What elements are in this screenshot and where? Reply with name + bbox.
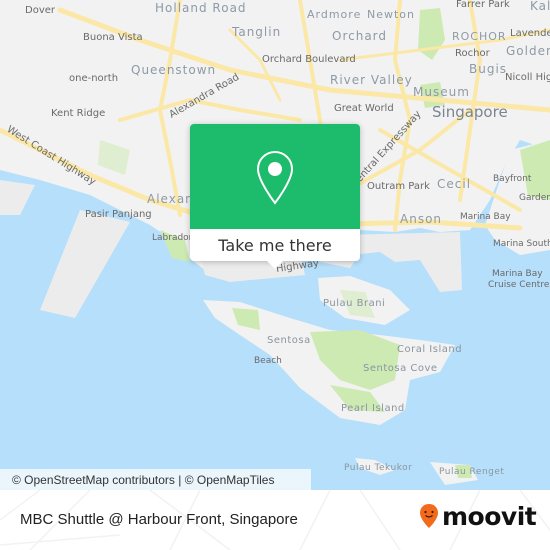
west-terminal — [0, 180, 35, 215]
label-dover: Dover — [25, 5, 55, 16]
label-kallang: Kall — [530, 0, 550, 13]
label-orchard-boulevard: Orchard Boulevard — [262, 54, 356, 65]
moovit-wordmark: moovit — [442, 501, 537, 531]
label-pasir-panjang: Pasir Panjang — [85, 209, 152, 220]
popup-pointer — [267, 261, 283, 269]
label-nicoll-highway: Nicoll High — [505, 72, 550, 83]
label-tanglin: Tanglin — [232, 25, 282, 39]
label-beach: Beach — [254, 356, 282, 366]
label-bugis: Bugis — [469, 62, 508, 76]
map-attribution[interactable]: © OpenStreetMap contributors | © OpenMap… — [0, 469, 311, 490]
stop-name: MBC Shuttle @ Harbour Front, Singapore — [20, 511, 298, 528]
label-newton: Newton — [367, 8, 416, 21]
label-marina-bay-cruise-centre-2: Cruise Centre — [488, 280, 550, 290]
label-great-world: Great World — [334, 103, 394, 114]
moovit-logo[interactable]: moovit — [419, 501, 537, 531]
label-marina-bay: Marina Bay — [460, 212, 511, 222]
label-outram-park: Outram Park — [367, 181, 430, 192]
label-marina-bay-cruise-centre-1: Marina Bay — [492, 269, 543, 279]
map[interactable]: Dover Holland Road Ardmore Newton Farrer… — [0, 0, 550, 490]
label-coral-island: Coral Island — [397, 344, 463, 355]
pasir-panjang-terminal — [40, 210, 130, 318]
label-rochor: Rochor — [455, 48, 490, 59]
label-buona-vista: Buona Vista — [83, 32, 143, 43]
moovit-smiley-pin-icon — [420, 504, 438, 528]
label-sentosa-cove: Sentosa Cove — [363, 363, 438, 374]
map-pin-icon — [256, 150, 294, 205]
location-popup: Take me there — [190, 124, 360, 269]
label-farrer-park: Farrer Park — [456, 0, 510, 10]
label-rochor-district: ROCHOR — [452, 30, 507, 43]
label-singapore: Singapore — [432, 103, 508, 121]
label-pulau-brani: Pulau Brani — [323, 298, 386, 309]
label-museum: Museum — [413, 85, 470, 99]
label-marina-south: Marina South — [493, 239, 550, 249]
label-river-valley: River Valley — [330, 73, 413, 87]
label-queenstown: Queenstown — [131, 63, 217, 77]
label-golden-mile: Golden — [506, 44, 550, 58]
label-ardmore: Ardmore — [307, 8, 362, 21]
label-holland-road: Holland Road — [155, 1, 247, 15]
label-one-north: one-north — [69, 73, 119, 84]
label-orchard: Orchard — [332, 29, 388, 43]
take-me-there-button[interactable]: Take me there — [190, 229, 360, 261]
label-bayfront: Bayfront — [493, 174, 532, 184]
label-kent-ridge: Kent Ridge — [51, 108, 106, 119]
footer: MBC Shuttle @ Harbour Front, Singapore m… — [0, 490, 550, 550]
label-pulau-tekukor: Pulau Tekukor — [344, 463, 413, 473]
label-sentosa: Sentosa — [267, 335, 311, 346]
label-labrador: Labrador — [152, 233, 193, 243]
label-cecil: Cecil — [437, 177, 472, 191]
popup-header — [190, 124, 360, 229]
label-anson: Anson — [400, 212, 443, 226]
label-pearl-island: Pearl Island — [341, 403, 405, 414]
label-gardens: Gardens — [519, 193, 550, 203]
label-lavender: Lavender — [510, 28, 550, 39]
label-pulau-renget: Pulau Renget — [439, 467, 505, 477]
